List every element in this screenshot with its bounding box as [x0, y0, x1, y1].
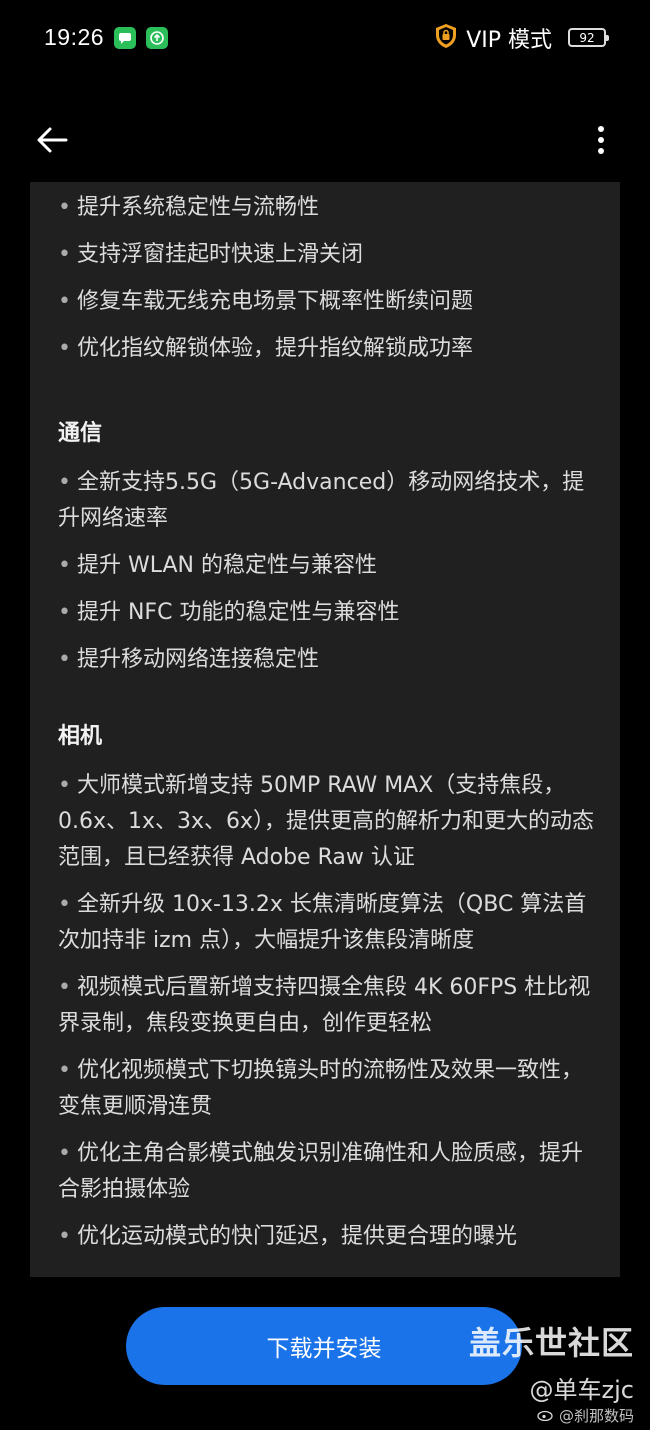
- watermark-weibo-text: @刹那数码: [558, 1407, 634, 1425]
- list-item: • 优化主角合影模式触发识别准确性和人脸质感，提升合影拍摄体验: [58, 1141, 583, 1202]
- more-vertical-icon: [598, 126, 604, 154]
- list-item: • 优化视频模式下切换镜头时的流畅性及效果一致性，变焦更顺滑连贯: [58, 1058, 583, 1119]
- changelog-card[interactable]: 系统 •提升系统稳定性与流畅性 •支持浮窗挂起时快速上滑关闭 •修复车载无线充电…: [30, 182, 620, 1277]
- back-button[interactable]: [34, 122, 70, 158]
- weibo-icon: [537, 1407, 555, 1425]
- back-arrow-icon: [37, 127, 68, 153]
- watermark-user: @单车zjc: [529, 1376, 634, 1404]
- battery-icon: 92: [568, 28, 609, 47]
- app-bar: [0, 100, 650, 180]
- message-notification-icon: [114, 26, 137, 49]
- list-item: • 优化指纹解锁体验，提升指纹解锁成功率: [58, 336, 473, 361]
- changelog-content: 系统 •提升系统稳定性与流畅性 •支持浮窗挂起时快速上滑关闭 •修复车载无线充电…: [58, 182, 603, 1277]
- download-install-button[interactable]: 下载并安装: [126, 1307, 522, 1385]
- list-item: • 提升系统稳定性与流畅性: [58, 195, 319, 220]
- list-item: • 提升移动网络连接稳定性: [58, 647, 319, 672]
- list-item: • 视频模式后置新增支持四摄全焦段 4K 60FPS 杜比视界录制，焦段变换更自由…: [58, 975, 591, 1036]
- list-item: • 支持浮窗挂起时快速上滑关闭: [58, 242, 363, 267]
- list-item: • 全新支持5.5G（5G-Advanced）移动网络技术，提升网络速率: [58, 470, 585, 531]
- list-item: • 全新升级 10x-13.2x 长焦清晰度算法（QBC 算法首次加持非 izm …: [58, 892, 587, 953]
- section-title: 相机: [58, 724, 103, 749]
- section-communication: 通信 • 全新支持5.5G（5G-Advanced）移动网络技术，提升网络速率 •…: [58, 415, 603, 678]
- section-camera: 相机 • 大师模式新增支持 50MP RAW MAX（支持焦段，0.6x、1x、3…: [58, 718, 603, 1255]
- list-item: • 大师模式新增支持 50MP RAW MAX（支持焦段，0.6x、1x、3x、6…: [58, 773, 595, 870]
- more-options-button[interactable]: [586, 122, 616, 158]
- shield-lock-icon: [434, 23, 458, 53]
- battery-level: 92: [579, 30, 595, 45]
- status-time: 19:26: [44, 24, 105, 50]
- list-item: • 提升 NFC 功能的稳定性与兼容性: [58, 600, 400, 625]
- watermark-site: 盖乐世社区: [468, 1324, 634, 1362]
- vip-mode-label: VIP 模式: [466, 27, 552, 53]
- list-item: • 提升 WLAN 的稳定性与兼容性: [58, 553, 377, 578]
- section-title: 通信: [58, 421, 103, 446]
- update-notification-icon: [146, 26, 169, 49]
- status-right-group: VIP 模式 92: [434, 22, 609, 54]
- list-item: • 优化运动模式的快门延迟，提供更合理的曝光: [58, 1224, 517, 1249]
- list-item: • 修复车载无线充电场景下概率性断续问题: [58, 289, 473, 314]
- watermark-weibo: @刹那数码: [537, 1405, 634, 1426]
- status-bar: 19:26 VIP 模式 92: [0, 0, 650, 75]
- section-system: 系统 •提升系统稳定性与流畅性 •支持浮窗挂起时快速上滑关闭 •修复车载无线充电…: [58, 182, 603, 367]
